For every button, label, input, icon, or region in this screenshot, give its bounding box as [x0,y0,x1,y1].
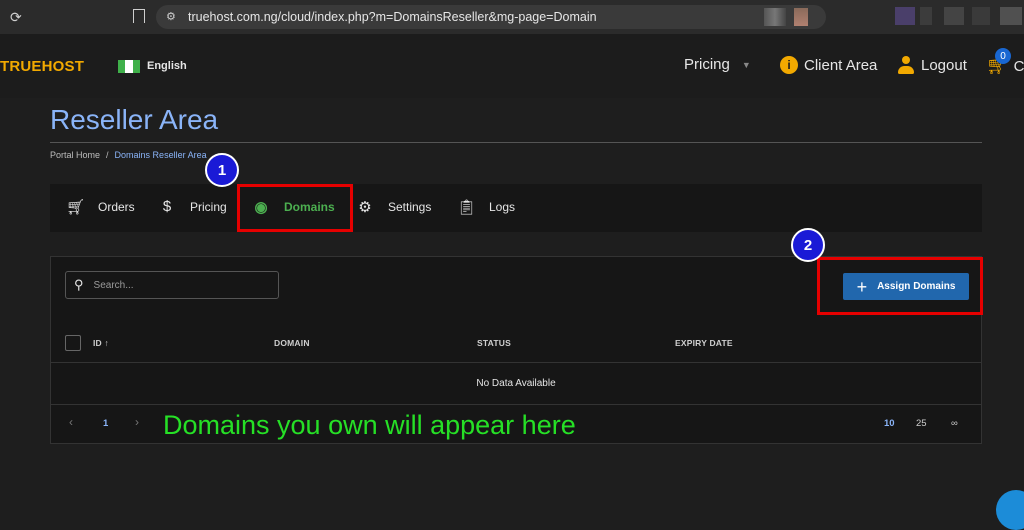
blurred-extension-icon [920,7,932,25]
tab-logs-label: Logs [489,200,516,214]
page-number-1[interactable]: 1 [103,418,108,429]
tab-settings-label: Settings [388,200,432,214]
column-header-expiry-date[interactable]: EXPIRY DATE [675,338,733,348]
page-size-all[interactable]: ∞ [951,418,958,429]
tab-pricing-label: Pricing [190,199,227,214]
tab-pricing[interactable]: $ Pricing [158,198,227,215]
step-marker-2: 2 [791,228,825,262]
pagination: ‹ 1 › Domains you own will appear here 1… [51,405,981,443]
tab-orders[interactable]: 🛒︎ Orders [66,198,135,216]
chevron-down-icon: ▼ [741,59,751,70]
column-header-domain[interactable]: DOMAIN [274,338,310,348]
dollar-icon: $ [162,198,172,215]
truehost-logo[interactable]: TRUEHOST [0,58,84,75]
column-header-id[interactable]: ID ↑ [93,338,109,348]
breadcrumb-portal-home[interactable]: Portal Home [50,150,100,160]
nav-pricing[interactable]: Pricing ▼ [684,56,751,73]
divider [50,142,982,143]
search-box[interactable]: ⚲ [65,271,279,299]
blurred-extension-icon [1000,7,1022,25]
nav-cart-label: C [1013,57,1024,75]
reseller-tabs: 🛒︎ Orders $ Pricing ◉ Domains ⚙ Settings… [50,184,982,232]
page-size-25[interactable]: 25 [916,418,927,429]
gear-icon: ⚙ [358,199,372,216]
blurred-extension-icon [972,7,990,25]
empty-table-message: No Data Available [51,363,981,405]
nav-logout[interactable]: Logout [897,56,967,74]
info-icon: i [780,56,798,74]
browser-toolbar: ⟳ ⚙ truehost.com.ng/cloud/index.php?m=Do… [0,0,1024,34]
cart-count-badge: 0 [995,48,1011,64]
annotation-note: Domains you own will appear here [163,410,576,440]
page-title: Reseller Area [50,104,219,135]
blurred-extension-icon [794,8,808,26]
tab-settings[interactable]: ⚙ Settings [356,198,431,216]
nav-client-area[interactable]: i Client Area [780,56,877,74]
blurred-extension-icon [764,8,786,26]
search-input[interactable] [93,279,254,291]
highlight-box-domains-tab [237,184,353,232]
cart-icon: 🛒︎ [66,199,86,216]
blurred-extension-icon [895,7,915,25]
column-header-status[interactable]: STATUS [477,338,511,348]
nav-logout-label: Logout [921,56,967,74]
nav-client-area-label: Client Area [804,56,878,74]
tab-orders-label: Orders [98,200,135,214]
site-info-icon[interactable]: ⚙ [166,10,176,23]
language-selector[interactable]: English [147,60,187,72]
nav-pricing-label: Pricing [684,56,730,73]
bookmark-icon[interactable] [133,9,145,23]
next-page-button[interactable]: › [135,415,139,429]
address-bar[interactable]: ⚙ truehost.com.ng/cloud/index.php?m=Doma… [156,5,826,29]
blurred-extension-icon [944,7,964,25]
breadcrumb-separator: / [106,150,109,160]
site-header: TRUEHOST English Pricing ▼ i Client Area… [0,34,1024,98]
reload-icon[interactable]: ⟳ [10,9,22,26]
table-header: ID ↑ DOMAIN STATUS EXPIRY DATE [51,323,981,363]
highlight-box-assign-button [817,257,983,315]
clipboard-icon: 📋︎ [457,199,477,216]
nigeria-flag-icon[interactable] [118,60,140,73]
chat-widget-button[interactable] [996,490,1024,530]
prev-page-button[interactable]: ‹ [69,415,73,429]
select-all-checkbox[interactable] [65,335,81,351]
page-size-10[interactable]: 10 [884,418,895,429]
url-text[interactable]: truehost.com.ng/cloud/index.php?m=Domain… [188,10,597,24]
breadcrumb: Portal Home / Domains Reseller Area [50,150,207,160]
step-marker-1: 1 [205,153,239,187]
tab-logs[interactable]: 📋︎ Logs [457,198,515,216]
search-icon: ⚲ [74,277,84,292]
user-icon [897,56,915,74]
breadcrumb-current[interactable]: Domains Reseller Area [115,150,207,160]
